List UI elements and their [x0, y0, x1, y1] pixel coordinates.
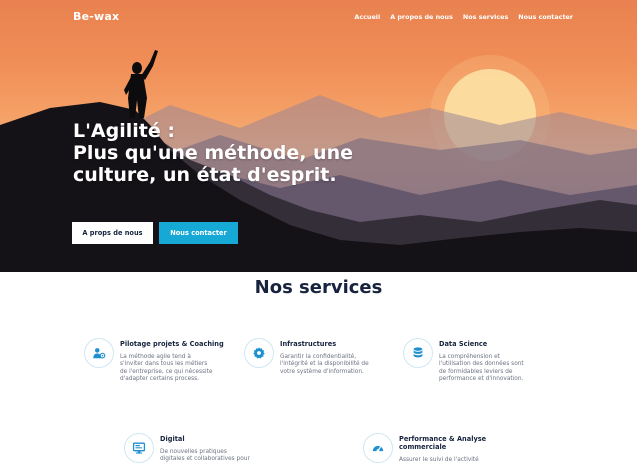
service-card-infrastructures: Infrastructures Garantir la confidential…	[244, 338, 404, 398]
top-navbar: Be-wax Accueil A propos de nous Nos serv…	[0, 0, 637, 34]
service-card-pilotage: Pilotage projets & Coaching La méthode a…	[84, 338, 244, 398]
nav-menu: Accueil A propos de nous Nos services No…	[354, 13, 573, 21]
nav-link-a-propos[interactable]: A propos de nous	[390, 13, 453, 21]
hero-title-line: culture, un état d'esprit.	[73, 164, 337, 186]
nav-link-contact[interactable]: Nous contacter	[518, 13, 573, 21]
brand-logo[interactable]: Be-wax	[73, 10, 119, 23]
monitor-icon	[124, 433, 154, 463]
hero-banner: Be-wax Accueil A propos de nous Nos serv…	[0, 0, 637, 272]
gauge-icon	[363, 433, 393, 463]
hero-title-line: L'Agilité :	[73, 120, 175, 142]
hero-title-line: Plus qu'une méthode, une	[73, 142, 353, 164]
contact-button[interactable]: Nous contacter	[159, 222, 238, 244]
service-title: Digital	[160, 435, 185, 443]
service-card-digital: Digital De nouvelles pratiques digitales…	[124, 433, 284, 465]
service-title: Performance & Analyse commerciale	[399, 435, 487, 451]
service-title: Infrastructures	[280, 340, 337, 348]
service-card-data-science: Data Science La compréhension et l'utili…	[403, 338, 573, 398]
service-title: Pilotage projets & Coaching	[120, 340, 224, 348]
service-title: Data Science	[439, 340, 488, 348]
services-section-title: Nos services	[254, 277, 383, 298]
nav-link-services[interactable]: Nos services	[463, 13, 508, 21]
service-card-performance: Performance & Analyse commerciale Assure…	[363, 433, 533, 465]
service-description: De nouvelles pratiques digitales et coll…	[160, 449, 250, 463]
gear-icon	[244, 338, 274, 368]
user-cog-icon	[84, 338, 114, 368]
nav-link-accueil[interactable]: Accueil	[354, 13, 380, 21]
service-description: La méthode agile tend à s'inviter dans t…	[120, 354, 213, 383]
database-icon	[403, 338, 433, 368]
hero-title: L'Agilité : Plus qu'une méthode, une cul…	[73, 120, 353, 186]
service-description: La compréhension et l'utilisation des do…	[439, 354, 524, 383]
service-description: Garantir la confidentialité, l'intégrité…	[280, 354, 369, 375]
about-button[interactable]: A props de nous	[72, 222, 153, 244]
service-description: Assurer le suivi de l'activité	[399, 457, 479, 463]
